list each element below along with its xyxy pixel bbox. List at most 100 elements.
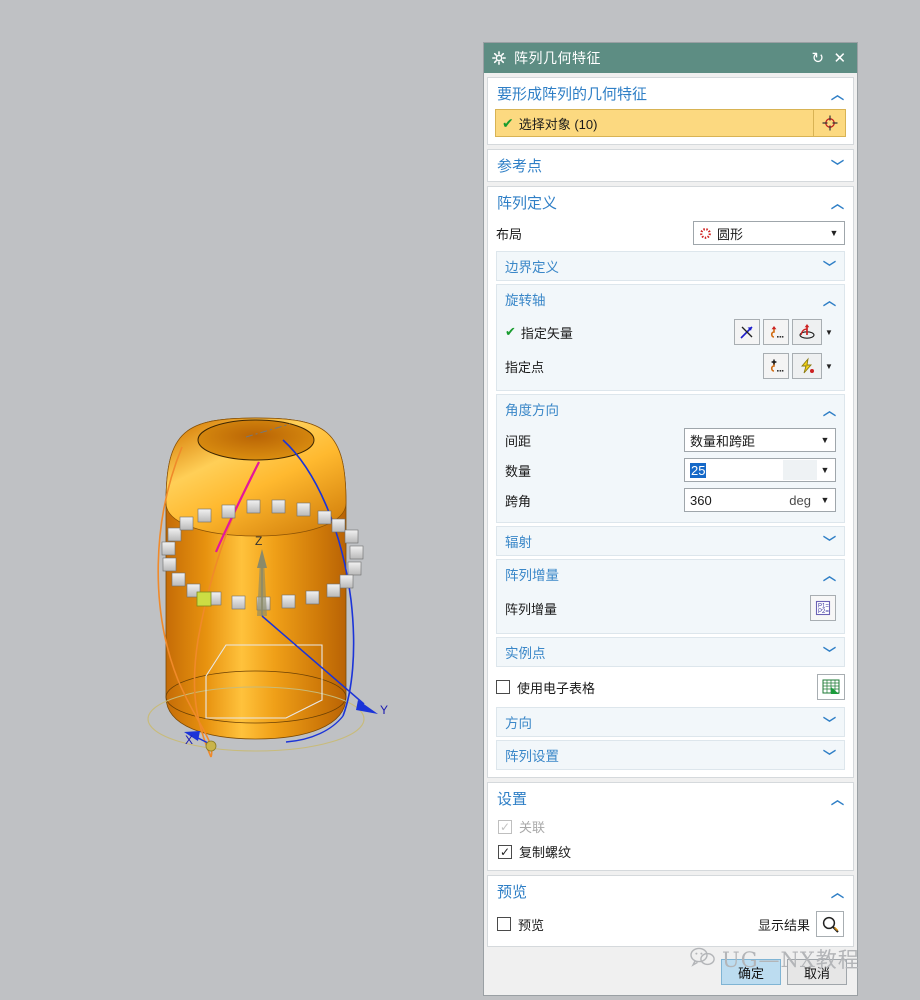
chevron-up-icon: ︿: [830, 793, 844, 808]
angular-direction-group: 角度方向 ︿ 间距 数量和跨距 ▼ 数量 25 ▼ 跨角 360 deg ▼: [496, 394, 845, 523]
radial-label: 辐射: [505, 535, 532, 550]
rotation-axis-group: 旋转轴 ︿ ✔ 指定矢量 ▼ 指定点 ▼: [496, 284, 845, 391]
count-value: 25: [690, 462, 707, 478]
angular-direction-label: 角度方向: [505, 403, 559, 418]
target-point-icon[interactable]: [814, 109, 846, 137]
chevron-down-icon: ﹀: [822, 260, 836, 276]
ok-button[interactable]: 确定: [721, 959, 781, 985]
inferred-vector-icon[interactable]: [734, 319, 760, 345]
settings-label: 设置: [497, 791, 528, 808]
pattern-definition-header[interactable]: 阵列定义 ︿: [488, 187, 853, 218]
specify-point-label: 指定点: [505, 359, 545, 375]
settings-section: 设置 ︿ ✓ 关联 ✓ 复制螺纹: [487, 782, 854, 871]
boundary-definition-header[interactable]: 边界定义 ﹀: [497, 252, 844, 280]
magnifier-icon[interactable]: [816, 911, 844, 937]
copy-threads-checkbox[interactable]: ✓: [498, 844, 512, 859]
layout-value: 圆形: [717, 226, 744, 242]
select-object-label: 选择对象 (10): [518, 116, 598, 132]
reset-icon[interactable]: ↻: [807, 47, 829, 69]
preview-section-label: 预览: [497, 884, 528, 901]
boundary-definition-group: 边界定义 ﹀: [496, 251, 845, 281]
instance-points-label: 实例点: [505, 646, 546, 661]
pattern-definition-label: 阵列定义: [497, 195, 558, 212]
select-object-row: ✔ 选择对象 (10): [495, 109, 846, 137]
pattern-increment-header[interactable]: 阵列增量 ︿: [497, 560, 844, 588]
count-row: 数量 25 ▼: [505, 455, 836, 485]
settings-header[interactable]: 设置 ︿: [488, 783, 853, 814]
use-spreadsheet-checkbox[interactable]: [496, 680, 510, 694]
spacing-select[interactable]: 数量和跨距 ▼: [684, 428, 836, 452]
specify-vector-row: ✔ 指定矢量 ▼: [505, 315, 836, 349]
point-dropdown-caret[interactable]: ▼: [822, 362, 836, 371]
use-spreadsheet-label: 使用电子表格: [517, 680, 596, 696]
layout-row: 布局 圆形 ▼: [488, 218, 853, 248]
preview-label: 预览: [518, 917, 545, 933]
preview-header[interactable]: 预览 ︿: [488, 876, 853, 907]
cancel-button[interactable]: 取消: [787, 959, 847, 985]
geometry-section-header[interactable]: 要形成阵列的几何特征 ︿: [488, 78, 853, 109]
specify-vector-label: 指定矢量: [520, 325, 573, 341]
svg-text:Y: Y: [380, 703, 388, 717]
associative-checkbox: ✓: [498, 819, 512, 834]
reference-point-header[interactable]: 参考点 ﹀: [488, 150, 853, 181]
preview-checkbox[interactable]: [497, 917, 511, 931]
chevron-up-icon: ︿: [822, 293, 836, 309]
spreadsheet-row: 使用电子表格: [488, 670, 853, 704]
pattern-settings-label: 阵列设置: [505, 749, 559, 764]
dialog-button-bar: 确定 取消: [484, 951, 857, 995]
span-angle-input[interactable]: 360 deg ▼: [684, 488, 836, 512]
svg-text:Z: Z: [255, 534, 262, 548]
copy-threads-label: 复制螺纹: [519, 845, 572, 860]
span-angle-label: 跨角: [505, 493, 532, 509]
orientation-header[interactable]: 方向 ﹀: [497, 708, 844, 736]
geometry-section: 要形成阵列的几何特征 ︿ ✔ 选择对象 (10): [487, 77, 854, 145]
pattern-increment-label: 阵列增量: [505, 568, 559, 583]
instance-points-header[interactable]: 实例点 ﹀: [497, 638, 844, 666]
spreadsheet-icon[interactable]: [817, 674, 845, 700]
point-constructor-icon[interactable]: [792, 353, 822, 379]
geometry-section-label: 要形成阵列的几何特征: [497, 86, 648, 103]
associative-label: 关联: [519, 820, 546, 835]
chevron-down-icon[interactable]: ▼: [817, 465, 833, 475]
close-icon[interactable]: ✕: [829, 47, 851, 69]
vector-constructor-icon[interactable]: [792, 319, 822, 345]
angular-direction-header[interactable]: 角度方向 ︿: [497, 395, 844, 423]
select-object-field[interactable]: ✔ 选择对象 (10): [495, 109, 814, 137]
span-angle-value: 360: [690, 492, 712, 508]
spacing-row: 间距 数量和跨距 ▼: [505, 425, 836, 455]
span-angle-unit: deg: [789, 492, 811, 508]
vector-dropdown-caret[interactable]: ▼: [822, 328, 836, 337]
reference-point-section: 参考点 ﹀: [487, 149, 854, 182]
specify-point-row: 指定点 ▼: [505, 349, 836, 383]
rotation-axis-header[interactable]: 旋转轴 ︿: [497, 285, 844, 313]
pattern-increment-group: 阵列增量 ︿ 阵列增量 P1= P2=: [496, 559, 845, 634]
chevron-down-icon: ﹀: [822, 749, 836, 765]
p1-p2-increment-icon[interactable]: P1= P2=: [810, 595, 836, 621]
pattern-settings-group: 阵列设置 ﹀: [496, 740, 845, 770]
rotation-axis-body: ✔ 指定矢量 ▼ 指定点 ▼: [497, 313, 844, 390]
chevron-down-icon[interactable]: ▼: [826, 228, 842, 238]
pattern-geometry-dialog: 阵列几何特征 ↻ ✕ 要形成阵列的几何特征 ︿ ✔ 选择对象 (10) 参考点: [483, 42, 858, 996]
preview-row: 预览 显示结果: [488, 907, 853, 946]
spacing-value: 数量和跨距: [690, 433, 756, 449]
layout-select[interactable]: 圆形 ▼: [693, 221, 845, 245]
check-icon: ✔: [502, 114, 514, 131]
chevron-down-icon[interactable]: ▼: [817, 435, 833, 445]
radial-header[interactable]: 辐射 ﹀: [497, 527, 844, 555]
graphics-viewport[interactable]: Z Y X: [0, 0, 483, 1000]
associative-row: ✓ 关联: [488, 814, 853, 839]
pattern-settings-header[interactable]: 阵列设置 ﹀: [497, 741, 844, 769]
copy-threads-row: ✓ 复制螺纹: [488, 839, 853, 870]
count-input[interactable]: 25 ▼: [684, 458, 836, 482]
chevron-down-icon[interactable]: ▼: [817, 495, 833, 505]
pattern-increment-body: 阵列增量 P1= P2=: [497, 588, 844, 633]
vector-tool-buttons: ▼: [731, 319, 836, 345]
increment-row: 阵列增量 P1= P2=: [505, 590, 836, 626]
angular-direction-body: 间距 数量和跨距 ▼ 数量 25 ▼ 跨角 360 deg ▼: [497, 423, 844, 522]
dialog-title: 阵列几何特征: [514, 50, 601, 66]
model-canvas: Z Y X: [147, 417, 388, 758]
chevron-down-icon: ﹀: [822, 646, 836, 662]
boundary-definition-label: 边界定义: [505, 260, 559, 275]
point-dialog-icon[interactable]: [763, 353, 789, 379]
vector-dialog-icon[interactable]: [763, 319, 789, 345]
